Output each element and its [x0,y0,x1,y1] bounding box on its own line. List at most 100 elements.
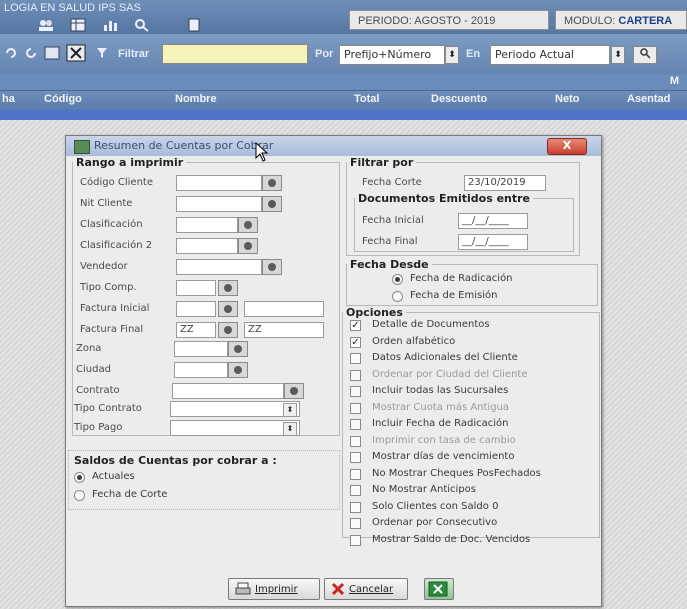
opcion-checkbox[interactable] [350,353,361,364]
opcion-checkbox[interactable] [350,501,361,513]
column-header-asentado[interactable]: Asentad [627,93,670,105]
column-header-neto[interactable]: Neto [555,93,579,105]
column-header-total[interactable]: Total [354,93,379,105]
contrato-input[interactable] [172,383,284,399]
zona-lookup-button[interactable] [228,341,248,357]
close-button[interactable]: X [547,138,587,155]
fecha-final-input[interactable]: __/__/____ [458,234,528,250]
factura-inicial-input[interactable] [244,301,324,317]
saldos-actuales-radio[interactable] [74,472,85,483]
grid-selected-row[interactable] [0,110,687,120]
en-select-arrow[interactable]: ⬍ [611,46,625,64]
tipo-comp-lookup-button[interactable] [218,280,238,296]
opcion-checkbox[interactable] [350,419,361,430]
contrato-lookup-button[interactable] [284,383,304,399]
opcion-label: Mostrar días de vencimiento [372,451,515,462]
por-select-arrow[interactable]: ⬍ [445,46,459,64]
factura-final-label: Factura Final [80,324,144,335]
codigo-cliente-lookup-button[interactable] [262,175,282,191]
factura-final-input[interactable]: ZZ [244,322,324,338]
contrato-label: Contrato [76,385,120,396]
nit-cliente-label: Nit Cliente [80,198,133,209]
refresh-icon[interactable] [24,46,38,60]
imprimir-button[interactable]: Imprimir [228,578,320,600]
fecha-inicial-input[interactable]: __/__/____ [458,213,528,229]
tipo-contrato-select[interactable]: ⬍ [170,401,300,417]
filter-input[interactable] [162,44,308,64]
fecha-emision-radio[interactable] [392,291,403,302]
zona-input[interactable] [174,341,228,357]
tipo-pago-select[interactable]: ⬍ [170,420,300,436]
column-header-codigo[interactable]: Código [44,93,82,105]
opcion-checkbox[interactable] [350,435,361,447]
search-icon[interactable] [134,18,150,32]
ciudad-input[interactable] [174,362,228,378]
module-indicator: MODULO: CARTERA [555,10,687,30]
filtrar-legend: Filtrar por [350,156,414,169]
opcion-checkbox[interactable] [350,402,361,414]
por-select[interactable]: Prefijo+Número [339,45,445,65]
codigo-cliente-label: Código Cliente [80,177,153,188]
factura-final-lookup-button[interactable] [218,322,238,338]
opciones-legend: Opciones [346,306,403,319]
cancelar-button[interactable]: Cancelar [324,578,408,600]
en-select[interactable]: Periodo Actual [490,45,610,65]
opcion-label: Orden alfabético [372,335,456,347]
opcion-label: Datos Adicionales del Cliente [372,352,518,363]
dialog-title-bar[interactable]: Resumen de Cuentas por Cobrar X [66,136,601,156]
clasificacion2-input[interactable] [176,238,238,254]
opcion-label: Detalle de Documentos [372,319,490,330]
saldos-fecha-corte-radio[interactable] [74,490,85,501]
export-excel-button[interactable] [424,578,454,600]
excel-icon[interactable] [66,44,86,62]
undo-icon[interactable] [4,46,18,60]
fecha-radicacion-radio[interactable] [392,274,403,285]
column-header[interactable]: ha [2,93,15,105]
users-icon[interactable] [38,18,54,32]
opcion-checkbox[interactable]: ✓ [350,336,361,348]
fecha-corte-input[interactable]: 23/10/2019 [464,175,546,191]
vendedor-label: Vendedor [80,261,128,272]
table-icon[interactable] [70,18,86,32]
opcion-checkbox[interactable] [350,386,361,397]
calculator-icon[interactable] [186,18,202,32]
filter-label: Filtrar [118,48,150,60]
clasificacion2-label: Clasificación 2 [80,240,153,251]
tipo-comp-input[interactable] [176,280,216,296]
column-header-nombre[interactable]: Nombre [175,93,217,105]
factura-final-prefix-input[interactable]: ZZ [176,322,216,338]
fecha-radicacion-label: Fecha de Radicación [410,273,513,284]
search-button[interactable] [633,46,657,64]
chart-icon[interactable] [102,18,118,32]
nit-cliente-lookup-button[interactable] [262,196,282,212]
clasificacion-lookup-button[interactable] [238,217,258,233]
vendedor-lookup-button[interactable] [262,259,282,275]
opcion-checkbox[interactable] [350,452,361,463]
factura-inicial-lookup-button[interactable] [218,301,238,317]
window-icon[interactable] [44,46,60,60]
rango-legend: Rango a imprimir [76,156,184,169]
opcion-checkbox[interactable] [350,468,361,480]
column-header-descuento[interactable]: Descuento [431,93,487,105]
clasificacion-input[interactable] [176,217,238,233]
module-label: MODULO: [564,15,616,27]
codigo-cliente-input[interactable] [176,175,262,191]
app-title-bar: LOGIA EN SALUD IPS SAS PERIODO: AGOSTO -… [0,0,687,34]
clasificacion2-lookup-button[interactable] [238,238,258,254]
nit-cliente-input[interactable] [176,196,262,212]
magnifier-icon [640,48,651,59]
opcion-checkbox[interactable] [350,518,361,529]
ciudad-lookup-button[interactable] [228,362,248,378]
saldos-actuales-label: Actuales [92,471,135,482]
zona-label: Zona [76,343,102,354]
opcion-checkbox[interactable]: ✓ [350,320,361,331]
module-value: CARTERA [618,15,673,27]
factura-inicial-prefix-input[interactable] [176,301,216,317]
opcion-checkbox[interactable] [350,534,361,546]
opcion-checkbox[interactable] [350,485,361,496]
filter-toolbar: Filtrar Por Prefijo+Número ⬍ En Periodo … [0,34,687,74]
vendedor-input[interactable] [176,259,262,275]
factura-inicial-label: Factura Inicial [80,303,150,314]
opcion-checkbox[interactable] [350,369,361,381]
tipo-contrato-label: Tipo Contrato [74,403,142,414]
